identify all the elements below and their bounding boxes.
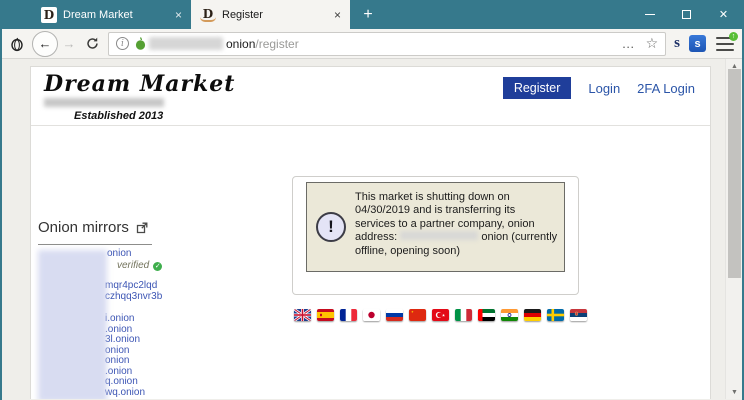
browser-window: D Dream Market × D Register × + ✕ ← →	[0, 0, 744, 400]
flag-japan-icon[interactable]	[363, 309, 380, 321]
flag-china-icon[interactable]	[409, 309, 426, 321]
flag-germany-icon[interactable]	[524, 309, 541, 321]
onion-mirrors-heading: Onion mirrors	[38, 219, 129, 236]
bookmark-star-icon[interactable]: ☆	[646, 35, 659, 52]
minimize-button[interactable]	[631, 0, 668, 29]
reload-button[interactable]	[80, 32, 104, 56]
extension-s-icon[interactable]: s	[674, 35, 680, 52]
maximize-button[interactable]	[668, 0, 705, 29]
reload-icon	[86, 37, 99, 50]
flag-russia-icon[interactable]	[386, 309, 403, 321]
redacted-blur	[400, 231, 478, 240]
tab-title: Dream Market	[63, 9, 169, 21]
maximize-icon	[682, 10, 691, 19]
extension-s-square-icon[interactable]: s	[689, 35, 706, 52]
onion-mirrors-section: Onion mirrors onion verified ✓	[38, 219, 278, 398]
dream-market-favicon-icon: D	[200, 7, 216, 22]
url-path-text: /register	[255, 37, 298, 51]
flag-france-icon[interactable]	[340, 309, 357, 321]
page-card: Dream Market Established 2013 Register L…	[30, 66, 711, 399]
onion-circuit-icon[interactable]	[135, 37, 146, 50]
redacted-blur	[44, 98, 164, 107]
close-button[interactable]: ✕	[705, 0, 742, 29]
shutdown-notice-text: This market is shutting down on 04/30/20…	[355, 191, 558, 258]
register-button[interactable]: Register	[503, 77, 572, 99]
new-tab-button[interactable]: +	[354, 0, 382, 29]
mirror-list: onion verified ✓ mqr4pc2lqd czhqq3nvr3b …	[38, 248, 278, 398]
window-controls: ✕	[631, 0, 742, 29]
tab-register[interactable]: D Register ×	[191, 0, 350, 29]
site-header: Dream Market Established 2013 Register L…	[31, 67, 710, 126]
auth-nav: Register Login 2FA Login	[503, 77, 695, 99]
flag-uae-icon[interactable]	[478, 309, 495, 321]
login-link[interactable]: Login	[588, 81, 620, 96]
page-actions-icon[interactable]: …	[622, 36, 636, 51]
tab-bar: D Dream Market × D Register × + ✕	[2, 0, 742, 29]
warning-icon: !	[316, 212, 346, 242]
back-button[interactable]: ←	[32, 31, 58, 57]
update-badge-icon: ↑	[729, 32, 738, 41]
page-viewport: Dream Market Established 2013 Register L…	[2, 59, 742, 399]
site-logo: Dream Market	[44, 71, 235, 97]
notice-panel: ! This market is shutting down on 04/30/…	[292, 176, 579, 295]
external-link-icon[interactable]	[136, 222, 148, 234]
navigation-toolbar: ← → i onion /register … ☆ s s	[2, 29, 742, 59]
scrollbar[interactable]: ▲ ▼	[725, 59, 742, 399]
dream-market-favicon-icon: D	[41, 7, 57, 23]
flag-uk-icon[interactable]	[294, 309, 311, 321]
shutdown-notice: ! This market is shutting down on 04/30/…	[306, 182, 565, 272]
redacted-blur	[38, 250, 107, 399]
verified-check-icon: ✓	[153, 262, 162, 271]
divider	[38, 244, 152, 245]
tab-dream-market[interactable]: D Dream Market ×	[32, 0, 191, 29]
menu-button[interactable]: ↑	[716, 37, 734, 51]
minimize-icon	[645, 14, 655, 15]
redacted-url-blur	[149, 37, 223, 50]
flag-spain-icon[interactable]	[317, 309, 334, 321]
flag-serbia-icon[interactable]	[570, 309, 587, 321]
tor-onion-button[interactable]	[5, 32, 29, 56]
established-text: Established 2013	[74, 110, 235, 122]
tor-onion-icon	[9, 36, 25, 52]
tab-close-icon[interactable]: ×	[175, 8, 182, 22]
url-host-text: onion	[226, 37, 255, 51]
site-info-icon[interactable]: i	[116, 37, 129, 50]
2fa-login-link[interactable]: 2FA Login	[637, 81, 695, 96]
scroll-down-icon[interactable]: ▼	[726, 385, 742, 399]
language-flags	[294, 309, 587, 321]
tab-title: Register	[222, 9, 328, 21]
flag-sweden-icon[interactable]	[547, 309, 564, 321]
url-bar[interactable]: i onion /register … ☆	[108, 32, 666, 56]
flag-india-icon[interactable]	[501, 309, 518, 321]
tab-close-icon[interactable]: ×	[334, 8, 341, 22]
flag-turkey-icon[interactable]	[432, 309, 449, 321]
forward-button[interactable]: →	[58, 32, 80, 56]
flag-italy-icon[interactable]	[455, 309, 472, 321]
scrollbar-thumb[interactable]	[728, 69, 741, 278]
